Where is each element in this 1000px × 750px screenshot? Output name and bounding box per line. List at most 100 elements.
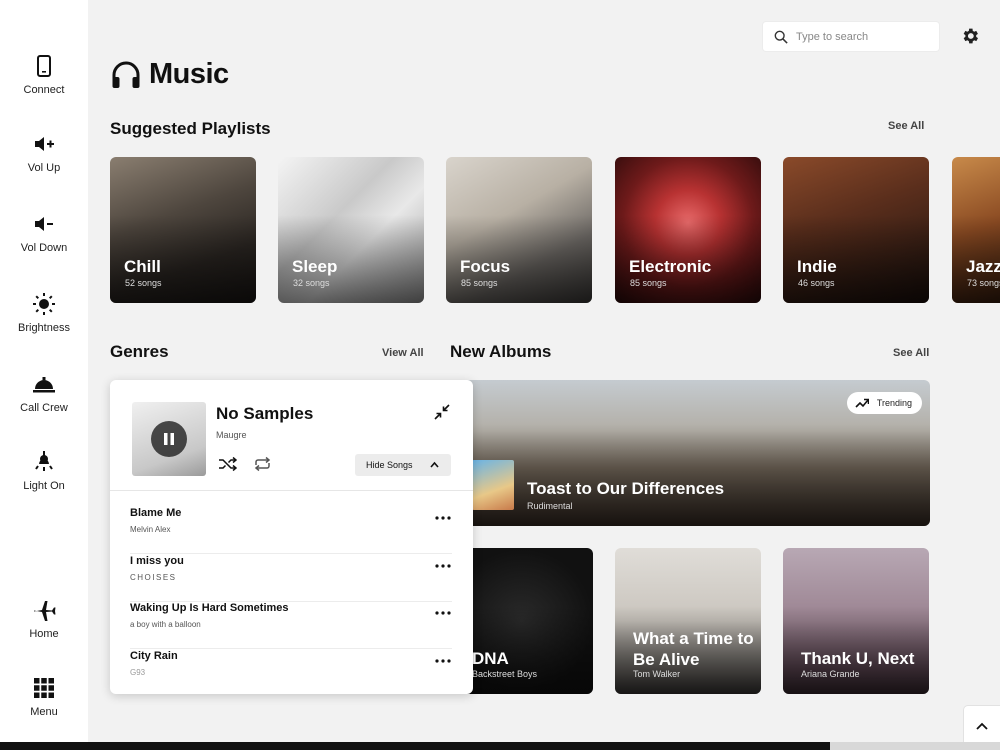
row-divider: [130, 648, 452, 649]
sidebar-item-label: Light On: [23, 480, 65, 492]
scroll-top-button[interactable]: [964, 706, 1000, 746]
sidebar-item-home[interactable]: Home: [0, 598, 88, 640]
divider: [110, 490, 473, 491]
now-playing-title: No Samples: [216, 404, 314, 423]
more-options-icon[interactable]: [434, 561, 452, 571]
trending-badge[interactable]: Trending: [846, 392, 922, 414]
hide-songs-label: Hide Songs: [366, 460, 413, 470]
headphones-icon: [112, 61, 140, 88]
card-shade: [450, 423, 930, 526]
service-bell-icon: [33, 377, 55, 393]
collapse-icon[interactable]: [434, 404, 450, 420]
search-input[interactable]: [796, 30, 926, 43]
row-divider: [130, 553, 452, 554]
playlist-name: Electronic: [629, 257, 712, 276]
album-thumbnail: [472, 460, 514, 510]
now-playing-artist: Maugre: [216, 430, 247, 440]
volume-up-icon: [35, 137, 54, 151]
search-box[interactable]: [763, 22, 939, 51]
pause-icon: [164, 433, 174, 445]
chevron-up-icon: [976, 722, 988, 730]
sidebar-item-menu[interactable]: Menu: [0, 676, 88, 718]
hide-songs-button[interactable]: Hide Songs: [355, 454, 451, 476]
playlist-card-electronic[interactable]: Electronic 85 songs: [615, 157, 761, 303]
sidebar-item-label: Home: [29, 628, 59, 640]
more-options-icon[interactable]: [434, 513, 452, 523]
playlist-count: 32 songs: [293, 278, 330, 288]
sidebar-item-call-crew[interactable]: Call Crew: [0, 372, 88, 414]
playlist-name: Sleep: [292, 257, 338, 276]
phone-icon: [37, 55, 51, 77]
album-card-thank-u-next[interactable]: Thank U, Next Ariana Grande: [783, 548, 929, 694]
song-title: Blame Me: [130, 507, 182, 519]
album-artist: Backstreet Boys: [472, 669, 538, 679]
song-title: City Rain: [130, 650, 178, 662]
playlist-count: 85 songs: [461, 278, 498, 288]
genres-view-all-link[interactable]: View All: [382, 347, 424, 359]
album-name: What a Time to Be Alive: [633, 629, 754, 669]
volume-down-icon: [35, 217, 53, 231]
more-options-icon[interactable]: [434, 656, 452, 666]
flight-progress-bar: [0, 742, 1000, 750]
sidebar-item-brightness[interactable]: Brightness: [0, 292, 88, 334]
more-options-icon[interactable]: [434, 608, 452, 618]
sidebar-item-label: Call Crew: [20, 402, 68, 414]
album-card-what-a-time[interactable]: What a Time to Be Alive Tom Walker: [615, 548, 761, 694]
sidebar-item-vol-up[interactable]: Vol Up: [0, 132, 88, 174]
sun-icon: [33, 293, 55, 315]
album-artist: Rudimental: [527, 501, 573, 511]
playlist-card-focus[interactable]: Focus 85 songs: [446, 157, 592, 303]
song-title: Waking Up Is Hard Sometimes: [130, 602, 289, 614]
song-artist: G93: [130, 668, 146, 677]
playlist-name: Jazz: [966, 257, 1000, 276]
grid-icon: [34, 678, 54, 698]
song-artist: CHOISES: [130, 573, 177, 582]
song-row[interactable]: Blame Me Melvin Alex: [130, 507, 452, 554]
playlist-card-sleep[interactable]: Sleep 32 songs: [278, 157, 424, 303]
sidebar-item-label: Vol Up: [27, 162, 61, 174]
song-title: I miss you: [130, 555, 184, 567]
album-cover: [132, 402, 206, 476]
trending-up-icon: [855, 398, 869, 408]
albums-title: New Albums: [450, 342, 552, 361]
album-artist: Ariana Grande: [801, 669, 860, 679]
airplane-icon: [34, 601, 56, 621]
playlist-card-chill[interactable]: Chill 52 songs: [110, 157, 256, 303]
song-row[interactable]: City Rain G93: [130, 650, 452, 688]
reading-light-icon: [35, 451, 53, 471]
album-name: DNA: [472, 649, 509, 668]
search-icon: [774, 30, 788, 44]
sidebar-item-label: Connect: [23, 84, 65, 96]
genres-title: Genres: [110, 342, 169, 361]
song-row[interactable]: I miss you CHOISES: [130, 555, 452, 602]
gear-icon[interactable]: [960, 26, 980, 46]
playlist-count: 52 songs: [125, 278, 162, 288]
playlists-see-all-link[interactable]: See All: [888, 120, 924, 132]
page-title-text: Music: [149, 58, 229, 90]
sidebar-item-label: Menu: [30, 706, 58, 718]
sidebar-item-light-on[interactable]: Light On: [0, 450, 88, 492]
repeat-icon[interactable]: [253, 456, 272, 472]
sidebar-item-vol-down[interactable]: Vol Down: [0, 212, 88, 254]
albums-see-all-link[interactable]: See All: [893, 347, 929, 359]
sidebar-item-connect[interactable]: Connect: [0, 54, 88, 96]
playlist-count: 46 songs: [798, 278, 835, 288]
album-name: Thank U, Next: [801, 649, 915, 668]
album-artist: Tom Walker: [633, 669, 681, 679]
featured-album-card[interactable]: Trending Toast to Our Differences Rudime…: [450, 380, 930, 526]
chevron-up-icon: [430, 461, 439, 468]
sidebar-item-label: Brightness: [18, 322, 70, 334]
song-artist: a boy with a balloon: [130, 620, 201, 629]
playlist-name: Chill: [124, 257, 161, 276]
playlist-count: 85 songs: [630, 278, 667, 288]
playlists-title: Suggested Playlists: [110, 119, 271, 138]
page-title: Music: [110, 58, 229, 91]
playlist-card-indie[interactable]: Indie 46 songs: [783, 157, 929, 303]
song-row[interactable]: Waking Up Is Hard Sometimes a boy with a…: [130, 602, 452, 649]
pause-button[interactable]: [151, 421, 187, 457]
flight-progress-fill: [0, 742, 830, 750]
sidebar-item-label: Vol Down: [20, 242, 68, 254]
shuffle-icon[interactable]: [218, 456, 237, 472]
playlist-card-jazz[interactable]: Jazz 73 songs: [952, 157, 1000, 303]
playlist-name: Indie: [797, 257, 837, 276]
